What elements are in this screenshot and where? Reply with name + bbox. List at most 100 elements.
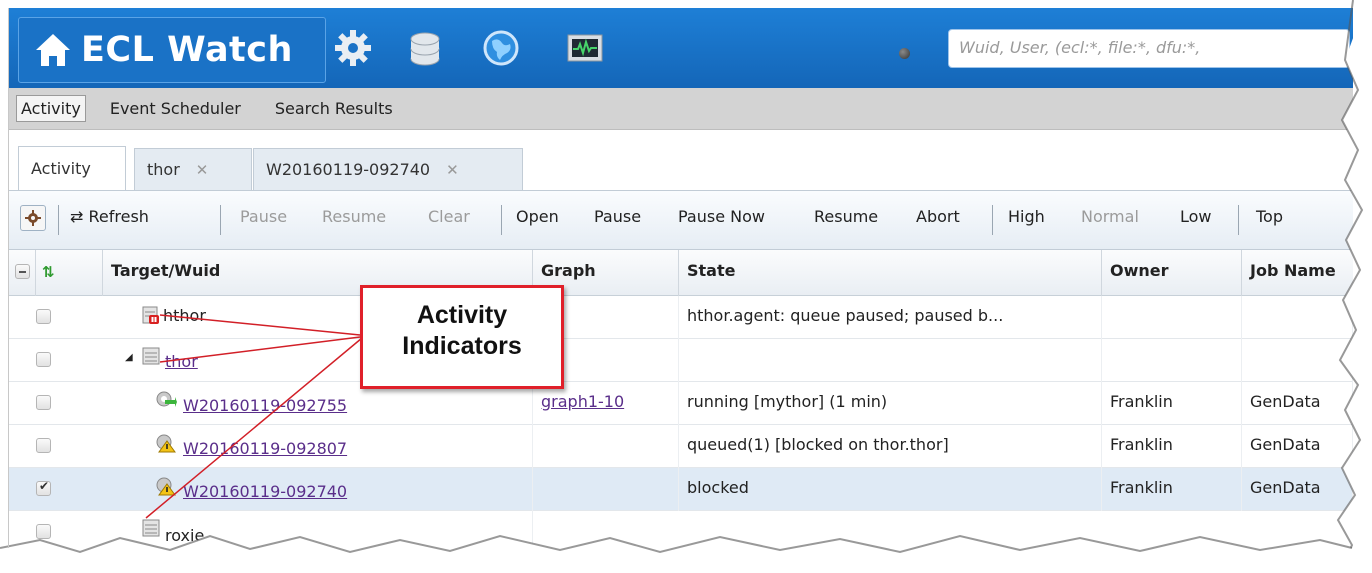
top-button[interactable]: Top xyxy=(1256,207,1283,226)
owner-cell xyxy=(1102,296,1242,339)
settings-button[interactable] xyxy=(20,205,46,231)
select-all-cell xyxy=(8,250,36,296)
state-cell xyxy=(679,339,1102,382)
open-button[interactable]: Open xyxy=(516,207,559,226)
target-label: roxie xyxy=(165,526,205,545)
table-row[interactable]: roxie xyxy=(8,511,1353,554)
search-input[interactable]: Wuid, User, (ecl:*, file:*, dfu:*, xyxy=(948,29,1350,68)
table-row[interactable]: W20160119-092807 queued(1) [blocked on t… xyxy=(8,425,1353,468)
table-row[interactable]: ◢ thor xyxy=(8,339,1353,382)
owner-cell: Franklin xyxy=(1102,468,1242,511)
tab-label: W20160119-092740 xyxy=(266,160,431,179)
top-bar: ECL Watch Wuid, User, (ecl:*, file:*, df… xyxy=(8,8,1353,88)
tab-label: thor xyxy=(147,160,180,179)
tab-bar: Activity thor ✕ W20160119-092740 ✕ xyxy=(8,130,1353,190)
state-cell: running [mythor] (1 min) xyxy=(679,382,1102,425)
job-cell: GenData xyxy=(1242,468,1353,511)
graph-cell xyxy=(533,468,679,511)
expand-icon[interactable]: ◢ xyxy=(125,352,133,363)
target-link[interactable]: thor xyxy=(165,352,198,371)
target-cell: W20160119-092740 xyxy=(103,468,533,511)
refresh-icon: ⇄ xyxy=(70,207,84,226)
check-icon: ✔ xyxy=(39,479,50,493)
graph-link[interactable]: graph1-10 xyxy=(541,392,624,411)
monitor-icon[interactable] xyxy=(564,27,606,69)
server-icon xyxy=(142,347,160,365)
brand-home-button[interactable]: ECL Watch xyxy=(18,17,326,83)
low-priority-button[interactable]: Low xyxy=(1180,207,1212,226)
resume-button[interactable]: Resume xyxy=(814,207,878,226)
callout-line-1: Activity xyxy=(416,301,508,329)
toolbar-separator xyxy=(1238,205,1239,235)
state-cell: queued(1) [blocked on thor.thor] xyxy=(679,425,1102,468)
globe-icon[interactable] xyxy=(480,27,522,69)
home-icon xyxy=(36,34,70,66)
pause-now-button[interactable]: Pause Now xyxy=(678,207,765,226)
server-icon xyxy=(142,519,160,537)
app-title: ECL Watch xyxy=(81,30,293,70)
column-owner[interactable]: Owner xyxy=(1102,250,1242,296)
row-checkbox[interactable] xyxy=(36,438,51,453)
tab-workunit[interactable]: W20160119-092740 ✕ xyxy=(253,148,523,190)
target-label: hthor xyxy=(163,306,206,325)
menu-item-search-results[interactable]: Search Results xyxy=(271,96,397,121)
state-cell: hthor.agent: queue paused; paused b... xyxy=(679,296,1102,339)
job-cell: GenData xyxy=(1242,425,1353,468)
table-row-selected[interactable]: ✔ W20160119-092740 blocked Franklin GenD… xyxy=(8,468,1353,511)
callout-line-2: Indicators xyxy=(402,332,522,360)
job-cell xyxy=(1242,339,1353,382)
select-all-checkbox[interactable] xyxy=(15,264,30,279)
refresh-button[interactable]: ⇄ Refresh xyxy=(70,207,149,226)
table-row[interactable]: W20160119-092755 graph1-10 running [myth… xyxy=(8,382,1353,425)
row-checkbox[interactable] xyxy=(36,309,51,324)
target-cell: W20160119-092807 xyxy=(103,425,533,468)
database-icon[interactable] xyxy=(404,27,446,69)
workunit-link[interactable]: W20160119-092807 xyxy=(183,439,347,458)
row-checkbox[interactable] xyxy=(36,524,51,539)
running-gear-icon xyxy=(156,391,177,407)
owner-cell: Franklin xyxy=(1102,425,1242,468)
workunit-link[interactable]: W20160119-092740 xyxy=(183,482,347,501)
owner-cell: Franklin xyxy=(1102,382,1242,425)
row-checkbox[interactable] xyxy=(36,352,51,367)
high-priority-button[interactable]: High xyxy=(1008,207,1045,226)
warning-gear-icon xyxy=(156,477,176,496)
target-cell: roxie xyxy=(103,511,533,554)
pause-button[interactable]: Pause xyxy=(594,207,641,226)
column-job-name[interactable]: Job Name xyxy=(1242,250,1353,296)
resume-queue-button[interactable]: Resume xyxy=(322,207,386,226)
menu-item-activity[interactable]: Activity xyxy=(16,95,86,122)
warning-gear-icon xyxy=(156,434,176,453)
close-icon[interactable]: ✕ xyxy=(446,161,459,179)
tab-thor[interactable]: thor ✕ xyxy=(134,148,252,190)
clear-button[interactable]: Clear xyxy=(428,207,470,226)
priority-sort-icon: ⇅ xyxy=(42,263,55,281)
gear-icon xyxy=(25,210,41,226)
status-led-icon xyxy=(899,48,910,59)
workunit-link[interactable]: W20160119-092755 xyxy=(183,396,347,415)
server-paused-icon xyxy=(142,306,159,324)
state-cell: blocked xyxy=(679,468,1102,511)
gear-icon[interactable] xyxy=(332,27,374,69)
graph-cell xyxy=(533,425,679,468)
tab-label: Activity xyxy=(31,159,91,178)
owner-cell xyxy=(1102,339,1242,382)
row-checkbox[interactable]: ✔ xyxy=(36,479,51,496)
close-icon[interactable]: ✕ xyxy=(196,161,209,179)
activity-indicators-callout: Activity Indicators xyxy=(360,285,564,389)
abort-button[interactable]: Abort xyxy=(916,207,960,226)
job-cell: GenData xyxy=(1242,382,1353,425)
toolbar-separator xyxy=(58,205,59,235)
row-checkbox[interactable] xyxy=(36,395,51,410)
pause-queue-button[interactable]: Pause xyxy=(240,207,287,226)
menu-item-event-scheduler[interactable]: Event Scheduler xyxy=(106,96,245,121)
grid-header: ⇅ Target/Wuid Graph State Owner Job Name xyxy=(8,250,1353,296)
tab-activity[interactable]: Activity xyxy=(18,146,126,190)
toolbar-separator xyxy=(220,205,221,235)
sort-column[interactable]: ⇅ xyxy=(36,250,103,296)
column-state[interactable]: State xyxy=(679,250,1102,296)
table-row[interactable]: hthor hthor.agent: queue paused; paused … xyxy=(8,296,1353,339)
activity-grid: ⇅ Target/Wuid Graph State Owner Job Name… xyxy=(8,250,1353,573)
normal-priority-button[interactable]: Normal xyxy=(1081,207,1139,226)
toolbar-separator xyxy=(992,205,993,235)
